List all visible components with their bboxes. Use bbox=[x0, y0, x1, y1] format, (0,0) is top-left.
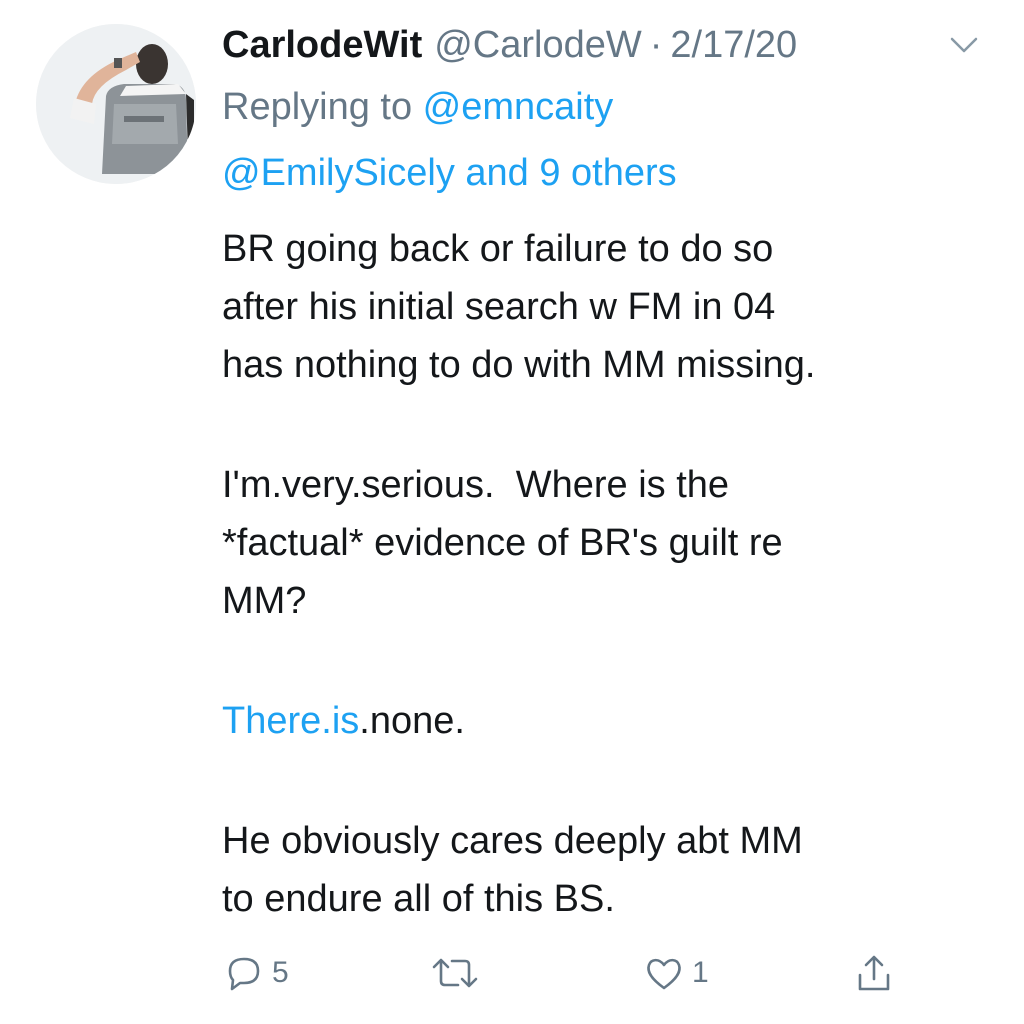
tweet-header: CarlodeWit @CarlodeW · 2/17/20 bbox=[222, 20, 797, 70]
like-button[interactable]: 1 bbox=[642, 948, 709, 998]
reply-button[interactable]: 5 bbox=[222, 948, 289, 998]
replying-to-label: Replying to bbox=[222, 86, 423, 128]
tweet-paragraph-4: He obviously cares deeply abt MM to endu… bbox=[222, 812, 1002, 928]
tweet-text-line: after his initial search w FM in 04 bbox=[222, 286, 776, 328]
tweet-text-line: BR going back or failure to do so bbox=[222, 228, 774, 270]
retweet-button[interactable] bbox=[428, 948, 482, 998]
replying-to: Replying to @emncaity bbox=[222, 82, 613, 132]
tweet-actions: 5 1 bbox=[222, 948, 922, 998]
share-button[interactable] bbox=[852, 948, 896, 998]
tweet-date[interactable]: 2/17/20 bbox=[670, 20, 797, 70]
like-count: 1 bbox=[692, 956, 709, 989]
tweet-text-line: MM? bbox=[222, 580, 307, 622]
replying-to-others: @EmilySicely and 9 others bbox=[222, 148, 677, 198]
tweet-paragraph-2: I'm.very.serious. Where is the *factual*… bbox=[222, 456, 1002, 630]
heart-icon bbox=[642, 951, 686, 995]
chevron-down-icon[interactable] bbox=[944, 30, 984, 60]
reply-others-link[interactable]: @EmilySicely and 9 others bbox=[222, 152, 677, 194]
user-handle[interactable]: @CarlodeW bbox=[434, 20, 642, 70]
tweet-paragraph-1: BR going back or failure to do so after … bbox=[222, 220, 1002, 394]
tweet-paragraph-3: There.is.none. bbox=[222, 692, 1002, 750]
tweet-text-line: I'm.very.serious. Where is the bbox=[222, 464, 730, 506]
tweet[interactable]: CarlodeWit @CarlodeW · 2/17/20 Replying … bbox=[0, 0, 1024, 1024]
display-name[interactable]: CarlodeWit bbox=[222, 20, 422, 70]
reply-count: 5 bbox=[272, 956, 289, 989]
avatar[interactable] bbox=[36, 24, 196, 184]
tweet-text-line: to endure all of this BS. bbox=[222, 878, 615, 920]
tweet-text-line: has nothing to do with MM missing. bbox=[222, 344, 816, 386]
share-icon bbox=[852, 951, 896, 995]
retweet-icon bbox=[428, 951, 482, 995]
separator-dot: · bbox=[649, 24, 663, 66]
reply-icon bbox=[222, 951, 266, 995]
inline-link[interactable]: There.is bbox=[222, 700, 359, 742]
reply-mention-link[interactable]: @emncaity bbox=[423, 86, 614, 128]
tweet-text-fragment: .none. bbox=[359, 700, 465, 742]
tweet-text-line: *factual* evidence of BR's guilt re bbox=[222, 522, 783, 564]
tweet-text-line: He obviously cares deeply abt MM bbox=[222, 820, 803, 862]
